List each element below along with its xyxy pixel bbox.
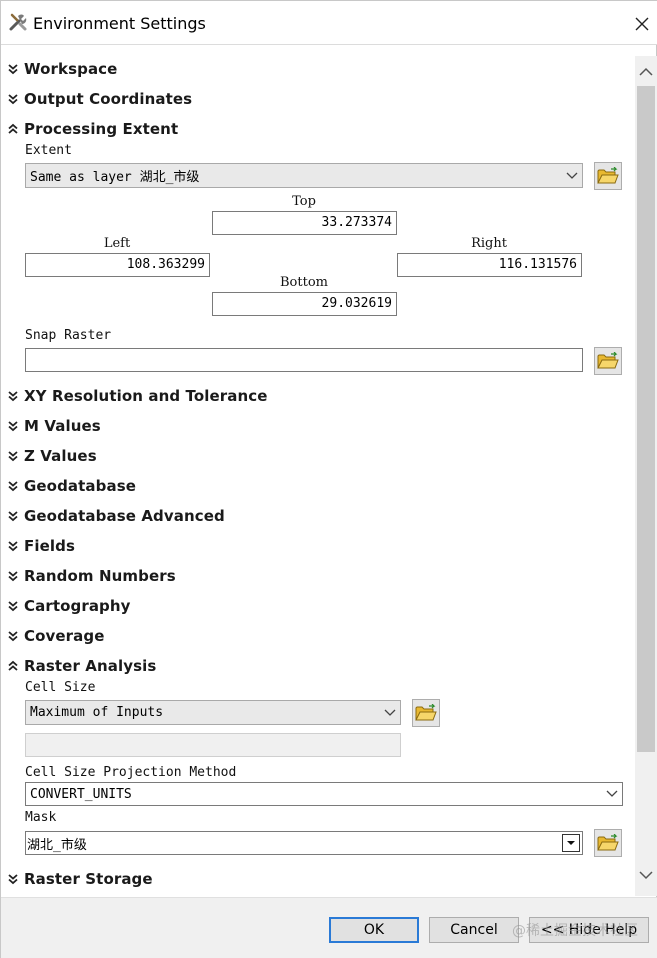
mask-browse-button[interactable] xyxy=(594,829,622,857)
expand-chevron-icon xyxy=(8,391,18,402)
section-z-values[interactable]: Z Values xyxy=(7,446,97,466)
mask-value: 湖北_市级 xyxy=(27,837,87,853)
section-label: Raster Analysis xyxy=(24,657,157,675)
settings-panel: Workspace Output Coordinates Processing … xyxy=(1,46,635,896)
cell-size-label: Cell Size xyxy=(25,680,96,695)
title-bar: Environment Settings xyxy=(1,1,657,45)
expand-chevron-icon xyxy=(8,511,18,522)
expand-chevron-icon xyxy=(8,874,18,885)
section-processing-extent[interactable]: Processing Extent xyxy=(7,119,178,139)
snap-raster-input[interactable] xyxy=(25,348,583,372)
top-label: Top xyxy=(292,194,316,209)
close-icon[interactable] xyxy=(631,13,653,35)
extent-dropdown[interactable]: Same as layer 湖北_市级 xyxy=(25,163,583,188)
bottom-label: Bottom xyxy=(280,275,328,290)
left-label: Left xyxy=(103,236,131,251)
section-coverage[interactable]: Coverage xyxy=(7,626,105,646)
right-extent-input[interactable]: 116.131576 xyxy=(397,253,582,277)
mask-label: Mask xyxy=(25,810,57,825)
vertical-scrollbar[interactable] xyxy=(635,56,657,896)
section-m-values[interactable]: M Values xyxy=(7,416,101,436)
window-title: Environment Settings xyxy=(33,14,206,33)
open-folder-icon xyxy=(597,834,619,851)
expand-chevron-icon xyxy=(8,601,18,612)
projection-method-dropdown[interactable]: CONVERT_UNITS xyxy=(25,782,623,806)
section-label: Geodatabase Advanced xyxy=(24,507,225,525)
section-label: Random Numbers xyxy=(24,567,176,585)
projection-method-label: Cell Size Projection Method xyxy=(25,765,237,780)
section-geodatabase[interactable]: Geodatabase xyxy=(7,476,136,496)
section-label: XY Resolution and Tolerance xyxy=(24,387,268,405)
open-folder-icon xyxy=(597,167,619,184)
collapse-chevron-icon xyxy=(8,660,18,671)
expand-chevron-icon xyxy=(8,64,18,75)
tools-icon xyxy=(9,13,27,31)
section-cartography[interactable]: Cartography xyxy=(7,596,131,616)
left-extent-input[interactable]: 108.363299 xyxy=(25,253,210,277)
projection-method-value: CONVERT_UNITS xyxy=(30,786,132,802)
expand-chevron-icon xyxy=(8,631,18,642)
section-label: Workspace xyxy=(24,60,118,78)
section-label: Output Coordinates xyxy=(24,90,193,108)
expand-chevron-icon xyxy=(8,421,18,432)
section-label: Coverage xyxy=(24,627,105,645)
section-raster-storage[interactable]: Raster Storage xyxy=(7,869,153,889)
scroll-up-icon[interactable] xyxy=(635,60,657,82)
cell-size-input xyxy=(25,733,401,757)
section-label: Geodatabase xyxy=(24,477,137,495)
mask-dropdown[interactable]: 湖北_市级 xyxy=(25,831,583,855)
expand-chevron-icon xyxy=(8,571,18,582)
open-folder-icon xyxy=(415,704,437,721)
section-raster-analysis[interactable]: Raster Analysis xyxy=(7,656,156,676)
chevron-down-icon xyxy=(602,783,622,805)
section-label: M Values xyxy=(24,417,101,435)
expand-chevron-icon xyxy=(8,481,18,492)
dialog-button-bar: OK Cancel << Hide Help @稀土掘金技术社区 xyxy=(1,897,657,958)
environment-settings-dialog: Environment Settings Workspace Output Co… xyxy=(0,0,657,958)
section-label: Z Values xyxy=(24,447,97,465)
section-label: Cartography xyxy=(24,597,131,615)
dropdown-arrow-icon xyxy=(562,834,580,852)
cell-size-value: Maximum of Inputs xyxy=(30,705,164,720)
ok-button[interactable]: OK xyxy=(329,917,419,943)
snap-raster-browse-button[interactable] xyxy=(594,347,622,375)
section-geodatabase-advanced[interactable]: Geodatabase Advanced xyxy=(7,506,225,526)
expand-chevron-icon xyxy=(8,541,18,552)
chevron-down-icon xyxy=(380,701,400,724)
section-xy-resolution[interactable]: XY Resolution and Tolerance xyxy=(7,386,268,406)
snap-raster-label: Snap Raster xyxy=(25,328,112,343)
section-label: Processing Extent xyxy=(24,120,179,138)
right-label: Right xyxy=(471,236,507,251)
cell-size-dropdown[interactable]: Maximum of Inputs xyxy=(25,700,401,725)
section-label: Fields xyxy=(24,537,75,555)
section-workspace[interactable]: Workspace xyxy=(7,59,117,79)
extent-browse-button[interactable] xyxy=(594,162,622,190)
scroll-down-icon[interactable] xyxy=(635,864,657,886)
section-fields[interactable]: Fields xyxy=(7,536,75,556)
extent-value: Same as layer 湖北_市级 xyxy=(30,170,200,185)
open-folder-icon xyxy=(597,352,619,369)
section-random-numbers[interactable]: Random Numbers xyxy=(7,566,176,586)
cancel-button[interactable]: Cancel xyxy=(429,917,519,943)
extent-label: Extent xyxy=(25,143,72,158)
hide-help-button[interactable]: << Hide Help xyxy=(529,917,649,943)
expand-chevron-icon xyxy=(8,94,18,105)
section-output-coordinates[interactable]: Output Coordinates xyxy=(7,89,192,109)
expand-chevron-icon xyxy=(8,451,18,462)
top-extent-input[interactable]: 33.273374 xyxy=(212,211,397,235)
bottom-extent-input[interactable]: 29.032619 xyxy=(212,292,397,316)
scrollbar-thumb[interactable] xyxy=(637,86,655,752)
collapse-chevron-icon xyxy=(8,123,18,134)
chevron-down-icon xyxy=(562,164,582,187)
section-label: Raster Storage xyxy=(24,870,153,888)
cell-size-browse-button[interactable] xyxy=(412,699,440,727)
